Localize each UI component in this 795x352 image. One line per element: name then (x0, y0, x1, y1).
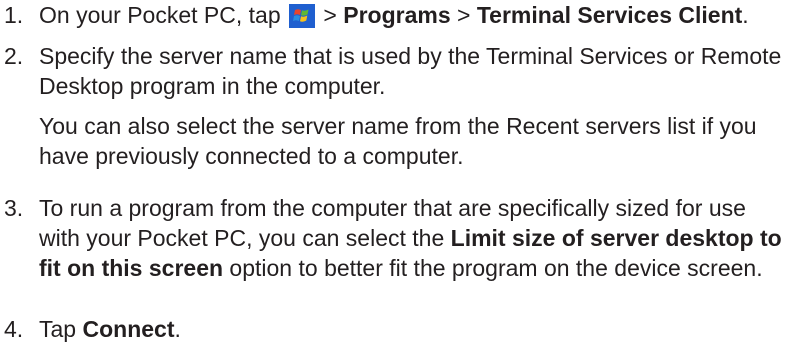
separator: > (317, 2, 344, 28)
step-text: On your Pocket PC, tap > Programs > Term… (39, 0, 789, 30)
terminal-services-client-label: Terminal Services Client (476, 2, 743, 28)
step-number: 2. (4, 43, 24, 69)
step-4-text: Tap (39, 316, 83, 342)
step-text: To run a program from the computer that … (39, 193, 789, 283)
step-text: Tap Connect. (39, 314, 789, 344)
step-3: 3. To run a program from the computer th… (4, 193, 789, 283)
step-3-text-end: option to better fit the program on the … (223, 255, 763, 281)
step-2-paragraph: Specify the server name that is used by … (39, 43, 782, 99)
step-1: 1. On your Pocket PC, tap > Programs > T… (4, 0, 789, 30)
connect-label: Connect (82, 316, 175, 342)
programs-label: Programs (343, 2, 451, 28)
step-number: 3. (4, 195, 24, 221)
windows-start-icon (289, 4, 316, 28)
period: . (174, 316, 181, 342)
step-4: 4. Tap Connect. (4, 314, 789, 344)
step-text: Specify the server name that is used by … (39, 41, 789, 171)
step-number: 4. (4, 316, 24, 342)
step-1-text: On your Pocket PC, tap (39, 2, 288, 28)
period: . (742, 2, 749, 28)
step-2-note: You can also select the server name from… (39, 113, 757, 169)
separator: > (450, 2, 477, 28)
step-number: 1. (4, 2, 24, 28)
step-2: 2. Specify the server name that is used … (4, 41, 789, 171)
